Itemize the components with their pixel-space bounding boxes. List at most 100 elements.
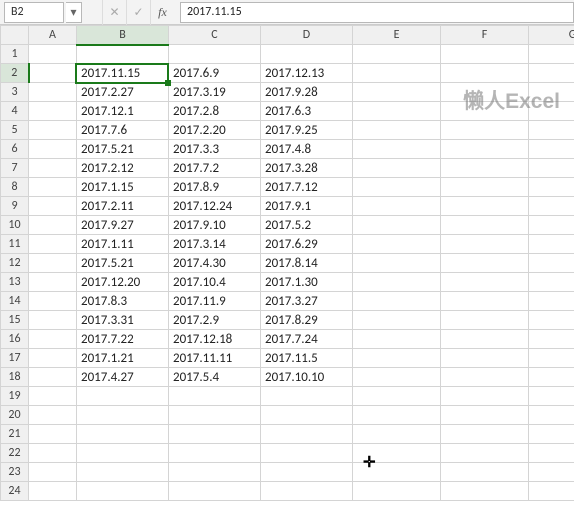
confirm-button[interactable]: ✓ <box>126 0 150 25</box>
col-header-G[interactable]: G <box>529 26 574 45</box>
cell[interactable] <box>77 482 169 501</box>
cell[interactable] <box>441 311 529 330</box>
cell[interactable]: 2017.6.29 <box>261 235 353 254</box>
cell[interactable] <box>441 45 529 64</box>
spreadsheet-grid[interactable]: A B C D E F G 122017.11.152017.6.92017.1… <box>0 25 574 519</box>
cancel-button[interactable]: ✕ <box>102 0 126 25</box>
cell[interactable]: 2017.6.9 <box>169 64 261 83</box>
cell[interactable] <box>29 444 77 463</box>
cell[interactable] <box>441 64 529 83</box>
cell[interactable] <box>441 463 529 482</box>
cell[interactable]: 2017.7.12 <box>261 178 353 197</box>
cell[interactable] <box>353 216 441 235</box>
cell[interactable] <box>353 463 441 482</box>
cell[interactable]: 2017.9.25 <box>261 121 353 140</box>
cell[interactable] <box>353 330 441 349</box>
cell[interactable] <box>441 273 529 292</box>
cell[interactable]: 2017.12.20 <box>77 273 169 292</box>
cell[interactable]: 2017.1.15 <box>77 178 169 197</box>
col-header-E[interactable]: E <box>353 26 441 45</box>
cell[interactable] <box>529 292 574 311</box>
cell[interactable]: 2017.7.6 <box>77 121 169 140</box>
row-header[interactable]: 24 <box>1 482 29 501</box>
row-header[interactable]: 3 <box>1 83 29 102</box>
cell[interactable] <box>441 349 529 368</box>
cell[interactable]: 2017.12.1 <box>77 102 169 121</box>
cell[interactable] <box>529 102 574 121</box>
cell[interactable]: 2017.12.24 <box>169 197 261 216</box>
cell[interactable] <box>353 140 441 159</box>
cell[interactable]: 2017.3.3 <box>169 140 261 159</box>
cell[interactable]: 2017.2.27 <box>77 83 169 102</box>
row-header[interactable]: 9 <box>1 197 29 216</box>
cell[interactable] <box>529 45 574 64</box>
cell[interactable] <box>29 330 77 349</box>
row-header[interactable]: 10 <box>1 216 29 235</box>
cell[interactable] <box>441 83 529 102</box>
cell[interactable] <box>353 235 441 254</box>
cell[interactable] <box>529 121 574 140</box>
cell[interactable] <box>529 311 574 330</box>
cell[interactable] <box>261 406 353 425</box>
cell[interactable] <box>441 406 529 425</box>
cell[interactable]: 2017.4.27 <box>77 368 169 387</box>
cell[interactable] <box>529 387 574 406</box>
cell[interactable] <box>29 273 77 292</box>
cell[interactable]: 2017.1.11 <box>77 235 169 254</box>
cell[interactable] <box>529 349 574 368</box>
cell[interactable] <box>77 406 169 425</box>
cell[interactable] <box>353 178 441 197</box>
cell[interactable] <box>29 140 77 159</box>
cell[interactable] <box>77 45 169 64</box>
cell[interactable] <box>529 159 574 178</box>
cell[interactable] <box>261 387 353 406</box>
cell[interactable]: 2017.8.14 <box>261 254 353 273</box>
col-header-B[interactable]: B <box>77 26 169 45</box>
cell[interactable] <box>169 482 261 501</box>
cell[interactable] <box>29 235 77 254</box>
cell[interactable] <box>353 311 441 330</box>
cell[interactable] <box>261 45 353 64</box>
cell[interactable] <box>353 273 441 292</box>
cell[interactable] <box>169 387 261 406</box>
cell[interactable]: 2017.5.21 <box>77 140 169 159</box>
cell[interactable] <box>169 406 261 425</box>
cell[interactable] <box>441 292 529 311</box>
cell[interactable] <box>353 368 441 387</box>
cell[interactable] <box>529 254 574 273</box>
row-header[interactable]: 19 <box>1 387 29 406</box>
cell[interactable] <box>29 45 77 64</box>
cell[interactable] <box>29 482 77 501</box>
cell[interactable] <box>353 387 441 406</box>
cell[interactable] <box>29 102 77 121</box>
cell[interactable]: 2017.2.8 <box>169 102 261 121</box>
cell[interactable] <box>353 425 441 444</box>
cell[interactable]: 2017.7.24 <box>261 330 353 349</box>
cell[interactable] <box>261 482 353 501</box>
cell[interactable] <box>29 121 77 140</box>
cell[interactable]: 2017.9.27 <box>77 216 169 235</box>
cell[interactable]: 2017.11.11 <box>169 349 261 368</box>
cell[interactable] <box>353 121 441 140</box>
cell[interactable] <box>441 368 529 387</box>
cell[interactable]: 2017.6.3 <box>261 102 353 121</box>
cell[interactable] <box>529 368 574 387</box>
cell[interactable] <box>29 216 77 235</box>
cell[interactable] <box>529 406 574 425</box>
row-header[interactable]: 18 <box>1 368 29 387</box>
row-header[interactable]: 8 <box>1 178 29 197</box>
row-header[interactable]: 7 <box>1 159 29 178</box>
cell[interactable] <box>441 235 529 254</box>
cell[interactable] <box>529 444 574 463</box>
row-header[interactable]: 16 <box>1 330 29 349</box>
select-all-corner[interactable] <box>1 26 29 45</box>
col-header-D[interactable]: D <box>261 26 353 45</box>
cell[interactable]: 2017.10.10 <box>261 368 353 387</box>
cell[interactable]: 2017.7.2 <box>169 159 261 178</box>
cell[interactable] <box>29 406 77 425</box>
cell[interactable] <box>529 178 574 197</box>
cell[interactable] <box>77 425 169 444</box>
row-header[interactable]: 20 <box>1 406 29 425</box>
cell[interactable] <box>77 444 169 463</box>
row-header[interactable]: 6 <box>1 140 29 159</box>
